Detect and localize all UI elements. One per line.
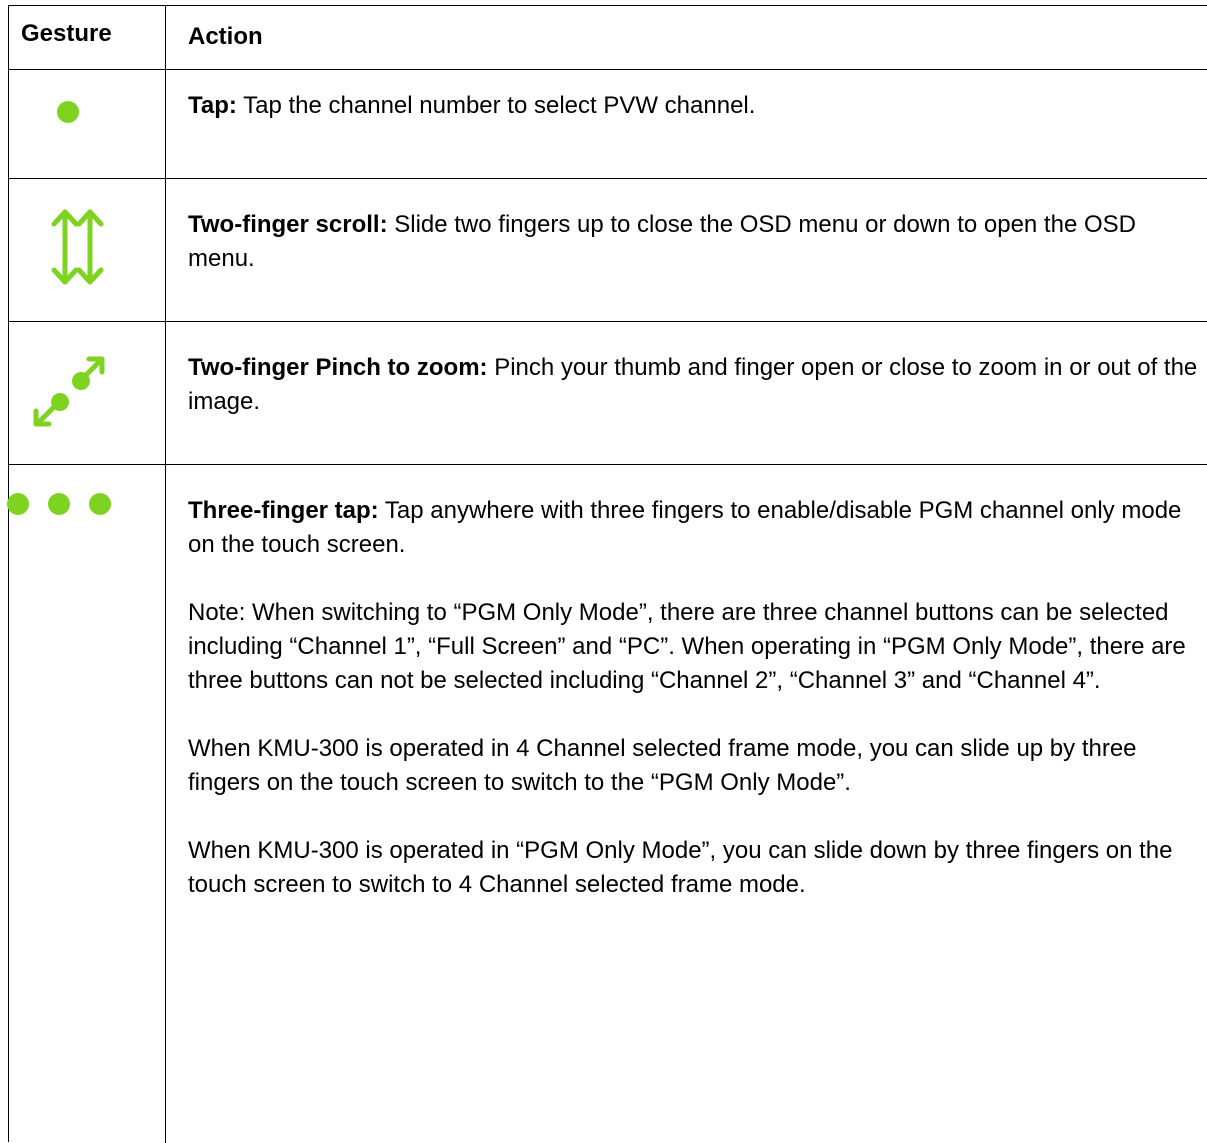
action-cell: Two-finger Pinch to zoom: Pinch your thu… bbox=[188, 351, 1202, 419]
action-text: Three-finger tap: Tap anywhere with thre… bbox=[188, 494, 1202, 562]
pinch-zoom-arrows-icon bbox=[33, 356, 105, 427]
note-paragraph: When KMU-300 is operated in “PGM Only Mo… bbox=[188, 837, 1173, 898]
table-row: Tap: Tap the channel number to select PV… bbox=[9, 70, 1207, 179]
gesture-cell bbox=[9, 322, 165, 465]
two-finger-scroll-arrows-icon bbox=[51, 209, 104, 285]
action-label: Three-finger tap: bbox=[188, 497, 379, 524]
action-label: Tap: bbox=[188, 92, 237, 119]
header-action: Action bbox=[188, 23, 263, 50]
action-text: Two-finger scroll: Slide two fingers up … bbox=[188, 208, 1202, 276]
table-row: Three-finger tap: Tap anywhere with thre… bbox=[7, 465, 1207, 1143]
table-header-row: Gesture Action bbox=[9, 6, 1207, 70]
gesture-cell bbox=[9, 70, 165, 179]
action-label: Two-finger Pinch to zoom: bbox=[188, 354, 488, 381]
gesture-table: Gesture Action Tap: Tap the channel numb… bbox=[7, 5, 1207, 1143]
action-text: Tap: Tap the channel number to select PV… bbox=[188, 89, 1202, 123]
note-paragraph: Note: When switching to “PGM Only Mode”,… bbox=[188, 599, 1186, 694]
header-action-cell: Action bbox=[188, 20, 1202, 54]
action-cell: Three-finger tap: Tap anywhere with thre… bbox=[188, 494, 1202, 902]
note-paragraph: When KMU-300 is operated in 4 Channel se… bbox=[188, 735, 1137, 796]
action-label: Two-finger scroll: bbox=[188, 211, 388, 238]
table-row: Two-finger Pinch to zoom: Pinch your thu… bbox=[9, 322, 1207, 465]
gesture-cell bbox=[7, 465, 165, 1143]
action-description: Tap the channel number to select PVW cha… bbox=[236, 92, 756, 119]
three-dots-tap-icon bbox=[7, 493, 111, 515]
header-gesture: Gesture bbox=[21, 20, 112, 47]
table-row: Two-finger scroll: Slide two fingers up … bbox=[9, 179, 1207, 322]
action-cell: Tap: Tap the channel number to select PV… bbox=[188, 89, 1202, 123]
gesture-cell bbox=[9, 179, 165, 322]
action-cell: Two-finger scroll: Slide two fingers up … bbox=[188, 208, 1202, 276]
action-text: Two-finger Pinch to zoom: Pinch your thu… bbox=[188, 351, 1202, 419]
single-dot-tap-icon bbox=[57, 101, 79, 123]
